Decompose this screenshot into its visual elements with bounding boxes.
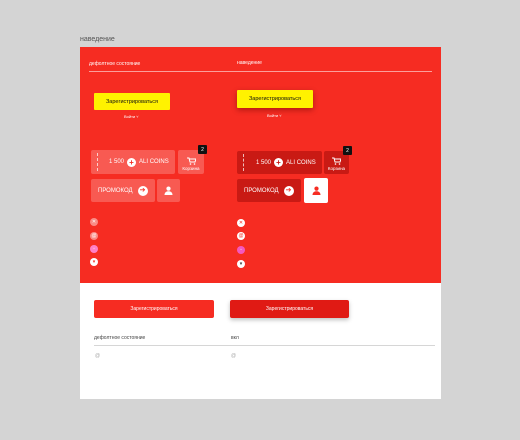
login-link-label: Войти [124, 114, 136, 119]
header-divider [89, 71, 432, 72]
register-button-red-default[interactable]: Зарегистрироваться [94, 300, 214, 318]
cart-icon [186, 157, 196, 165]
chevron-down-icon[interactable]: ▾ [90, 258, 98, 266]
cart-count-badge: 2 [198, 145, 207, 154]
arrow-right-icon: ➔ [137, 185, 148, 196]
login-link-default[interactable]: Войти ˅ [124, 114, 139, 119]
close-icon[interactable]: ✕ [90, 218, 98, 226]
cart-count-badge: 2 [343, 146, 352, 155]
page-label: наведение [80, 36, 115, 43]
register-button-hover[interactable]: Зарегистрироваться [237, 90, 313, 108]
profile-button-default[interactable] [157, 179, 180, 202]
cart-icon [332, 157, 341, 165]
mail-icon: @ [231, 353, 237, 359]
login-link-label: Войти [267, 113, 279, 118]
plus-icon: + [274, 158, 284, 167]
hover-state-header: наведение [237, 60, 262, 66]
coins-amount: 1 500 [256, 159, 272, 166]
cart-label: Корзина [327, 166, 346, 171]
red-panel: дефолтное состояние наведение Зарегистри… [80, 47, 441, 283]
promo-button-hover[interactable]: ПРОМОКОД ➔ [237, 179, 301, 202]
login-link-hover[interactable]: Войти ˅ [267, 113, 282, 118]
dashed-divider [97, 153, 98, 171]
share-icon[interactable]: ◦ [237, 246, 245, 254]
ali-coins-widget-hover[interactable]: 1 500 + ALI COINS [237, 151, 322, 174]
chevron-down-icon[interactable]: ▾ [237, 260, 245, 268]
chevron-down-icon: ˅ [279, 113, 282, 118]
promo-label: ПРОМОКОД [98, 187, 133, 194]
default-state-header: дефолтное состояние [89, 61, 141, 67]
bottom-default-label: дефолтное состояние [94, 335, 146, 341]
user-icon [164, 186, 173, 195]
coins-amount: 1 500 [109, 159, 125, 165]
mail-icon[interactable]: @ [237, 232, 245, 240]
close-icon[interactable]: ✕ [237, 219, 245, 227]
chevron-down-icon: ˅ [136, 114, 139, 119]
mail-icon: @ [95, 353, 101, 359]
plus-icon: + [127, 157, 137, 167]
promo-button-default[interactable]: ПРОМОКОД ➔ [91, 179, 155, 202]
ali-coins-widget-default[interactable]: 1 500 + ALI COINS [91, 150, 175, 174]
coins-label: ALI COINS [139, 159, 169, 165]
mail-icon[interactable]: @ [90, 232, 98, 240]
promo-label: ПРОМОКОД [244, 187, 279, 194]
profile-button-hover[interactable] [304, 178, 328, 203]
cart-label: Корзина [182, 166, 200, 171]
bottom-divider [94, 345, 435, 346]
user-icon [312, 186, 320, 195]
arrow-right-icon: ➔ [283, 185, 294, 196]
artboard: дефолтное состояние наведение Зарегистри… [80, 47, 441, 399]
register-button-default[interactable]: Зарегистрироваться [94, 93, 170, 110]
share-icon[interactable]: ◦ [90, 245, 98, 253]
register-button-red-hover[interactable]: Зарегистрироваться [230, 300, 349, 318]
coins-label: ALI COINS [286, 159, 316, 166]
bottom-hover-label: вкл [231, 335, 239, 341]
dashed-divider [243, 154, 244, 171]
